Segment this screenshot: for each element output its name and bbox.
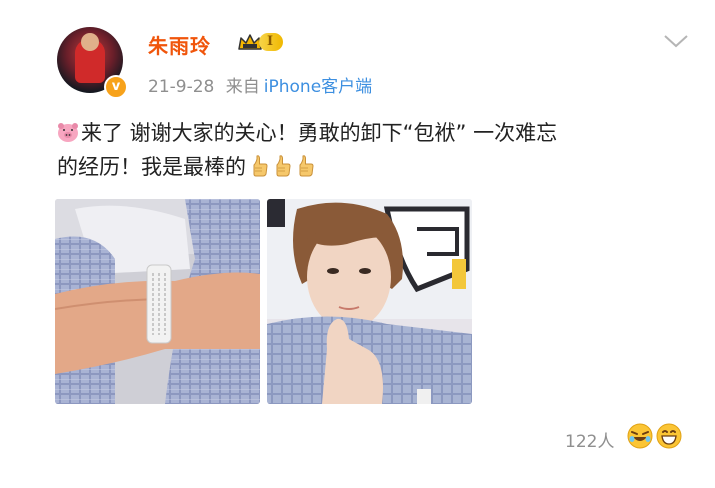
post-device-link[interactable]: iPhone客户端	[264, 77, 372, 97]
post-source-prefix: 来自	[225, 77, 260, 97]
post-text: 来了 谢谢大家的关心！勇敢的卸下“包袱” 一次难忘 的经历！我是最棒的	[57, 116, 697, 184]
post-text-line-1-content: 来了 谢谢大家的关心！勇敢的卸下“包袱” 一次难忘	[81, 121, 558, 145]
laugh-emoji-icon[interactable]	[627, 423, 653, 449]
post-text-line-1: 来了 谢谢大家的关心！勇敢的卸下“包袱” 一次难忘	[57, 116, 697, 150]
post-text-line-2-content: 的经历！我是最棒的	[57, 155, 246, 179]
thumbs-up-icon	[253, 155, 268, 177]
avatar-head	[81, 33, 99, 51]
photo-selfie	[267, 199, 472, 404]
pig-emoji-icon	[58, 123, 78, 142]
photo-wristband	[55, 199, 260, 404]
reaction-count[interactable]: 122人	[565, 427, 614, 452]
thumbs-up-icon	[299, 155, 314, 177]
chevron-down-icon[interactable]	[662, 32, 690, 50]
post-image-2[interactable]	[267, 199, 472, 404]
verified-badge-icon: v	[104, 75, 128, 99]
vip-badge[interactable]: I	[237, 30, 284, 54]
grin-emoji-icon[interactable]	[656, 423, 682, 449]
thumbs-up-icon	[276, 155, 291, 177]
post-meta: 21-9-28 来自 iPhone客户端	[148, 72, 372, 97]
author-name[interactable]: 朱雨玲	[148, 30, 211, 59]
post-image-1[interactable]	[55, 199, 260, 404]
vip-level-label: I	[259, 33, 284, 51]
weibo-post-card: v 朱雨玲 I 21-9-28 来自 iPhone客户端 来了 谢谢大家的关心！勇…	[0, 0, 715, 488]
post-text-line-2: 的经历！我是最棒的	[57, 150, 697, 184]
post-date: 21-9-28	[148, 77, 215, 97]
